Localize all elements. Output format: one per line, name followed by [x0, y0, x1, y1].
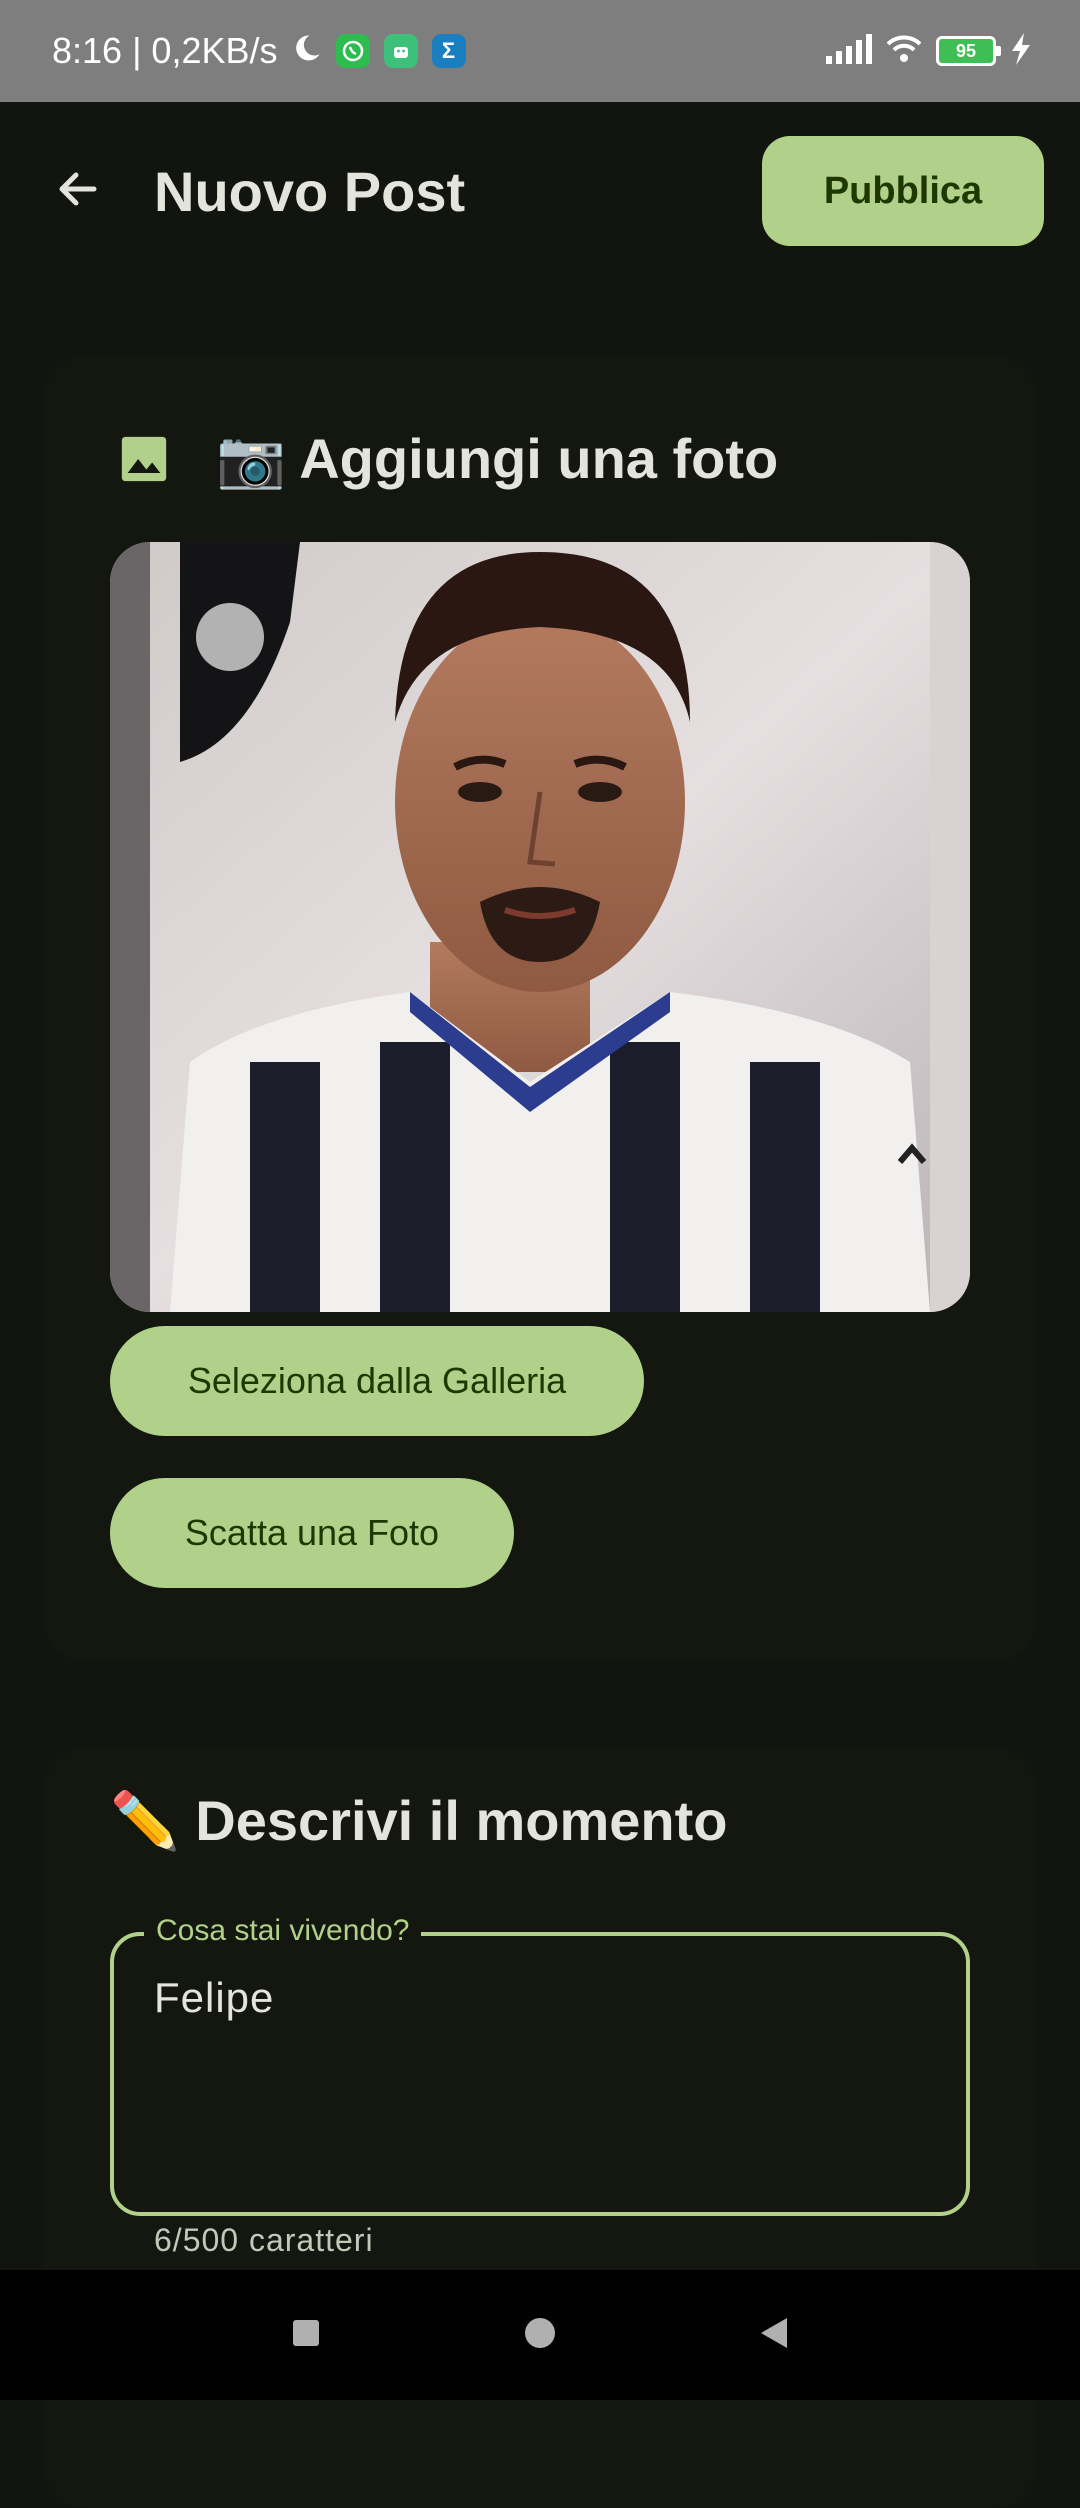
status-time: 8:16 | 0,2KB/s — [52, 30, 278, 71]
description-section-title: ✏️ Descrivi il momento — [110, 1789, 728, 1852]
whatsapp-icon — [335, 34, 370, 68]
status-bar: 8:16 | 0,2KB/s Σ 95 — [0, 0, 1080, 102]
battery-level: 95 — [955, 40, 977, 61]
wifi-icon — [886, 34, 922, 69]
select-from-gallery-button[interactable]: Seleziona dalla Galleria — [110, 1326, 644, 1436]
sigma-app-icon: Σ — [431, 34, 466, 68]
back-nav-button[interactable] — [657, 2270, 891, 2400]
character-counter: 6/500 caratteri — [154, 2222, 374, 2258]
battery-icon: 95 — [936, 36, 1001, 66]
description-field-value[interactable]: Felipe — [154, 1974, 926, 2022]
android-app-icon — [383, 34, 418, 68]
back-triangle-icon — [759, 2316, 789, 2355]
recents-square-icon — [291, 2318, 321, 2353]
signal-icon — [826, 33, 872, 69]
back-button[interactable] — [48, 161, 108, 221]
arrow-back-icon — [54, 165, 102, 218]
home-button[interactable] — [423, 2270, 657, 2400]
publish-button[interactable]: Pubblica — [762, 136, 1044, 246]
charging-icon — [1010, 32, 1032, 70]
photo-card: 📷 Aggiungi una foto Seleziona dalla Gall… — [44, 356, 1036, 1662]
system-nav-bar — [0, 2270, 1080, 2400]
status-right: 95 — [826, 32, 1032, 70]
photo-image — [110, 542, 970, 1312]
home-circle-icon — [523, 2316, 557, 2355]
image-icon — [116, 431, 172, 487]
recents-button[interactable] — [189, 2270, 423, 2400]
description-field-label: Cosa stai vivendo? — [144, 1914, 422, 1948]
take-photo-button[interactable]: Scatta una Foto — [110, 1478, 514, 1588]
description-text-field[interactable]: Cosa stai vivendo? Felipe — [110, 1914, 970, 2216]
selected-photo — [110, 542, 970, 1312]
top-app-bar: Nuovo Post Pubblica — [0, 102, 1080, 280]
photo-section-title-row: 📷 Aggiungi una foto — [116, 426, 778, 492]
status-left: 8:16 | 0,2KB/s Σ — [52, 30, 466, 72]
moon-icon — [292, 30, 322, 72]
photo-section-title: 📷 Aggiungi una foto — [216, 427, 779, 490]
page-title: Nuovo Post — [154, 159, 466, 223]
